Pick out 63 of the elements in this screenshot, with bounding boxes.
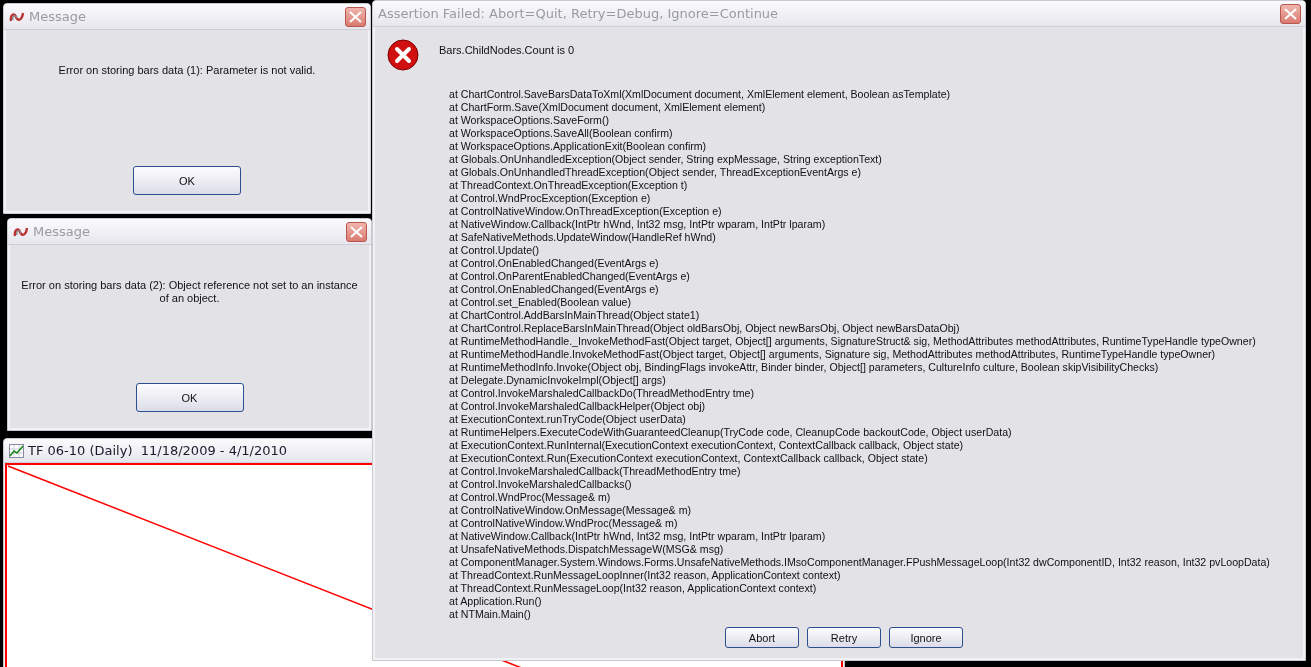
stack-trace-line: at WorkspaceOptions.SaveAll(Boolean confirm)	[449, 127, 674, 140]
stack-trace-line: at NativeWindow.Callback(IntPtr hWnd, Int32 msg, IntPtr wparam, IntPtr lparam)	[449, 530, 827, 543]
stack-trace-line: at Globals.OnUnhandledException(Object sender, String expMessage, String exceptionText)	[449, 153, 883, 166]
stack-trace-line: at ComponentManager.System.Windows.Forms.UnsafeNativeMethods.IMsoComponentManager.FPushMessageLoop(Int32 dwComponentID, Int32 reason, Int32 pvLoopData)	[449, 556, 1271, 569]
stack-trace-line: at Delegate.DynamicInvokeImpl(Object[] args)	[449, 374, 667, 387]
stack-trace-line: at Control.OnEnabledChanged(EventArgs e)	[449, 257, 660, 270]
error-message: Error on storing bars data (2): Object reference not set to an instance of an object.	[20, 279, 359, 306]
stack-trace-line: at Control.InvokeMarshaledCallbackDo(ThreadMethodEntry tme)	[449, 387, 755, 400]
error-message: Error on storing bars data (1): Parameter is not valid.	[58, 64, 316, 78]
stack-trace-line: at ControlNativeWindow.WndProc(Message& m)	[449, 517, 679, 530]
stack-trace-line: at Control.InvokeMarshaledCallbacks()	[449, 478, 633, 491]
stack-trace-line: at NTMain.Main()	[449, 608, 532, 621]
stack-trace-line: at ChartControl.ReplaceBarsInMainThread(Object oldBarsObj, Object newBarsObj, Object newBarsDataObj)	[449, 322, 961, 335]
stack-trace-line: at ControlNativeWindow.OnThreadException(Exception e)	[449, 205, 723, 218]
close-button[interactable]	[1280, 3, 1301, 24]
stack-trace-line: at Control.WndProcException(Exception e)	[449, 192, 652, 205]
stack-trace-line: at WorkspaceOptions.SaveForm()	[449, 114, 610, 127]
stack-trace-line: at UnsafeNativeMethods.DispatchMessageW(MSG& msg)	[449, 543, 725, 556]
ok-button[interactable]: OK	[133, 166, 241, 195]
stack-trace-line: at Control.InvokeMarshaledCallback(ThreadMethodEntry tme)	[449, 465, 742, 478]
stack-trace-line: at ControlNativeWindow.OnMessage(Message& m)	[449, 504, 692, 517]
window-title: Message	[33, 224, 91, 239]
stack-trace-line: at ThreadContext.OnThreadException(Exception t)	[449, 179, 689, 192]
stack-trace-line: at RuntimeMethodHandle._InvokeMethodFast(Object target, Object[] arguments, SignatureStruct& sig, MethodAttributes methodAttributes, RuntimeTypeHandle typeOwner)	[449, 335, 1257, 348]
stack-trace-line: at WorkspaceOptions.ApplicationExit(Boolean confirm)	[449, 140, 708, 153]
stack-trace-line: at ThreadContext.RunMessageLoopInner(Int32 reason, ApplicationContext context)	[449, 569, 842, 582]
stack-trace-line: at RuntimeMethodHandle.InvokeMethodFast(Object target, Object[] arguments, Signature sig, MethodAttributes methodAttributes, RuntimeTypeHandle typeOwner)	[449, 348, 1217, 361]
stack-trace-line: at Control.InvokeMarshaledCallbackHelper(Object obj)	[449, 400, 707, 413]
stack-trace-line: at SafeNativeMethods.UpdateWindow(HandleRef hWnd)	[449, 231, 717, 244]
close-button[interactable]	[346, 221, 367, 242]
stack-trace-line: at Application.Run()	[449, 595, 543, 608]
close-icon	[349, 10, 362, 23]
logo-icon	[9, 10, 25, 23]
chart-title: TF 06-10 (Daily) 11/18/2009 - 4/1/2010	[28, 443, 288, 458]
stack-trace-line: at ChartForm.Save(XmlDocument document, XmlElement element)	[449, 101, 767, 114]
stack-trace-line: at ThreadContext.RunMessageLoop(Int32 reason, ApplicationContext context)	[449, 582, 818, 595]
dialog-button[interactable]: Retry	[807, 627, 881, 648]
stack-trace-line: at RuntimeMethodInfo.Invoke(Object obj, BindingFlags invokeAttr, Binder binder, Object[] parameters, CultureInfo culture, Boolean skipVisibilityChecks)	[449, 361, 1160, 374]
error-icon	[387, 39, 419, 71]
stack-trace-line: at Control.Update()	[449, 244, 541, 257]
window-title: Assertion Failed: Abort=Quit, Retry=Debug, Ignore=Continue	[378, 6, 780, 21]
chart-icon	[9, 443, 24, 458]
stack-trace-line: at RuntimeHelpers.ExecuteCodeWithGuaranteedCleanup(TryCode code, CleanupCode backoutCode, Object userData)	[449, 426, 1013, 439]
stack-trace-line: at NativeWindow.Callback(IntPtr hWnd, Int32 msg, IntPtr wparam, IntPtr lparam)	[449, 218, 827, 231]
ok-button[interactable]: OK	[135, 383, 244, 412]
stack-trace-line: at Control.OnParentEnabledChanged(EventArgs e)	[449, 270, 691, 283]
dialog-button[interactable]: Abort	[725, 627, 799, 648]
window-title: Message	[29, 9, 87, 24]
stack-trace-line: at Control.OnEnabledChanged(EventArgs e)	[449, 283, 660, 296]
stack-trace-line: at ExecutionContext.runTryCode(Object userData)	[449, 413, 687, 426]
stack-trace-line: at Globals.OnUnhandledThreadException(Object sender, ThreadExceptionEventArgs e)	[449, 166, 863, 179]
dialog-button[interactable]: Ignore	[889, 627, 963, 648]
stack-trace-line: at ChartControl.SaveBarsDataToXml(XmlDocument document, XmlElement element, Boolean asTemplate)	[449, 88, 952, 101]
stack-trace-line: at Control.set_Enabled(Boolean value)	[449, 296, 632, 309]
assertion-message: Bars.ChildNodes.Count is 0	[439, 43, 575, 56]
stack-trace-line: at ChartControl.AddBarsInMainThread(Object state1)	[449, 309, 701, 322]
stack-trace-line: at Control.WndProc(Message& m)	[449, 491, 612, 504]
close-icon	[350, 225, 363, 238]
stack-trace-line: at ExecutionContext.Run(ExecutionContext executionContext, ContextCallback callback, Object state)	[449, 452, 929, 465]
stack-trace-line: at ExecutionContext.RunInternal(ExecutionContext executionContext, ContextCallback callback, Object state)	[449, 439, 965, 452]
logo-icon	[13, 225, 29, 238]
close-icon	[1284, 7, 1297, 20]
close-button[interactable]	[345, 6, 366, 27]
